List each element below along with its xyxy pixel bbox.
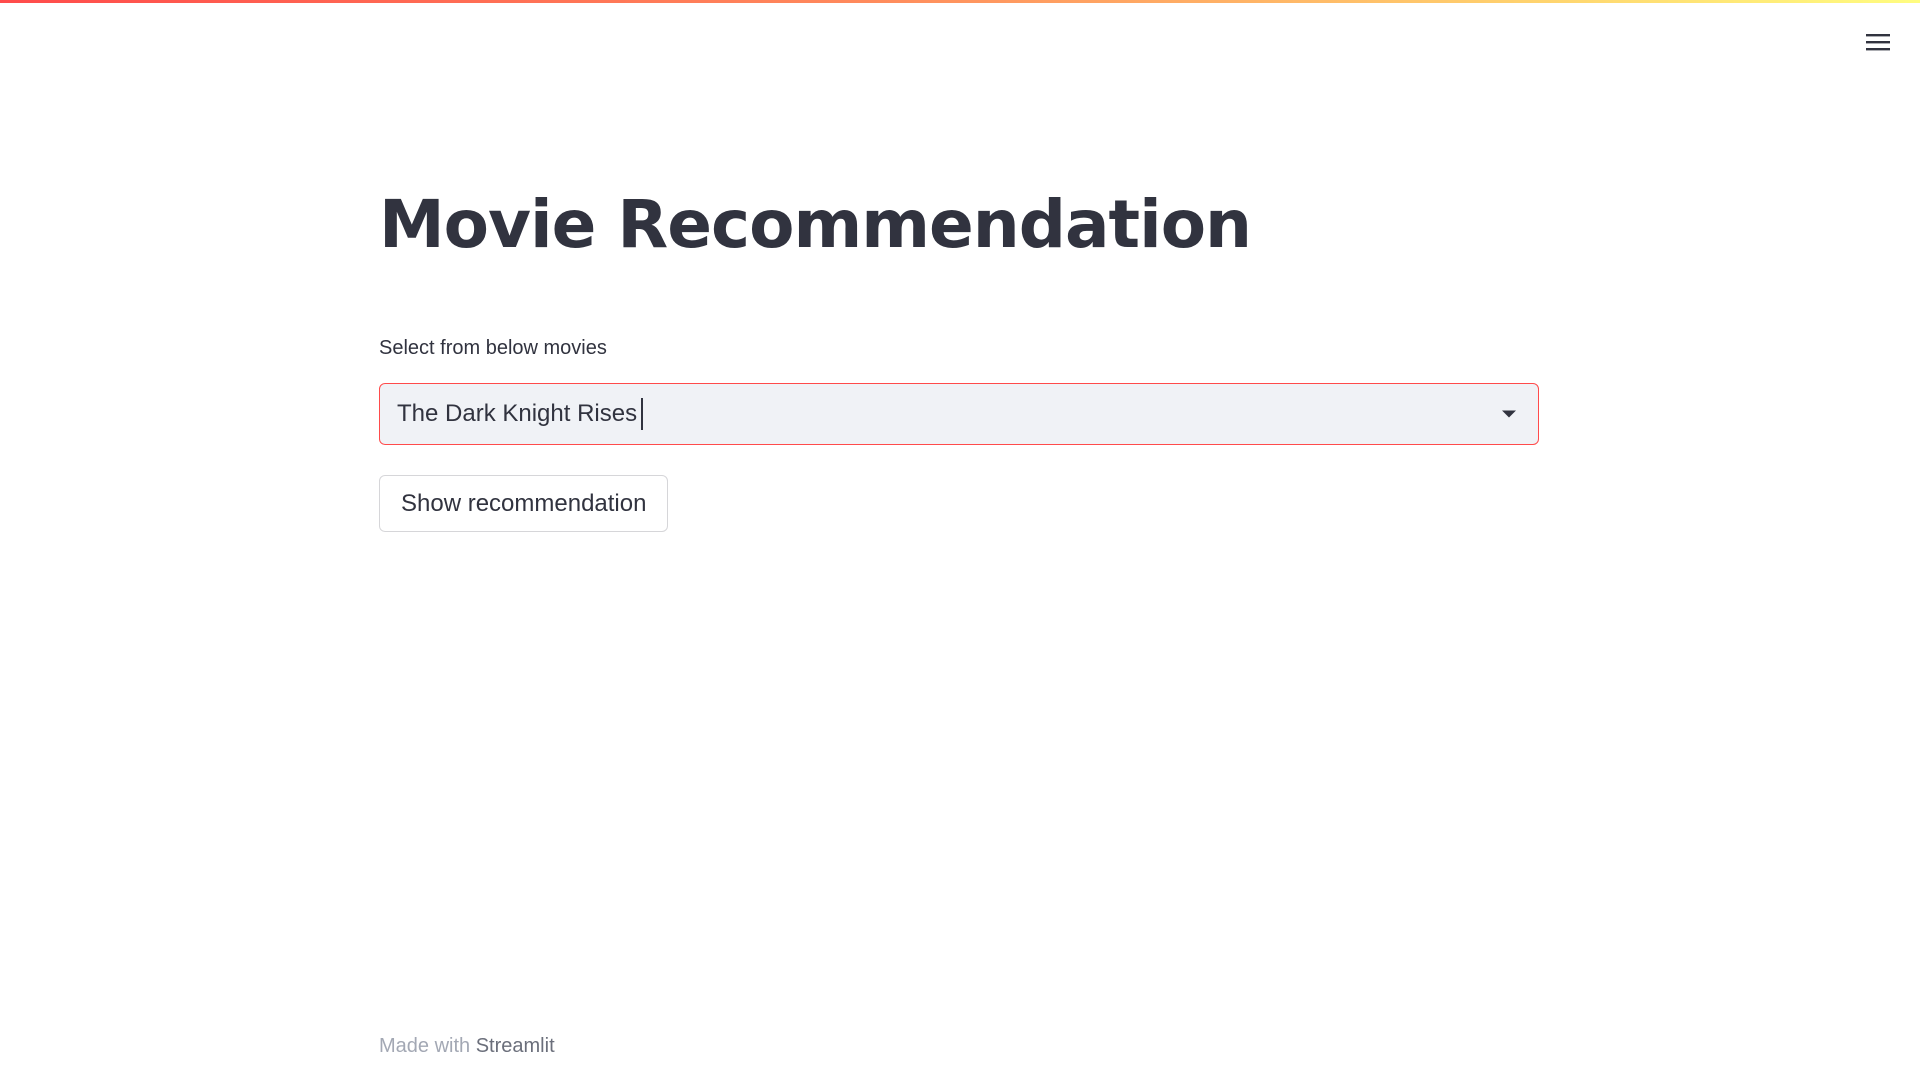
top-decoration-bar [0,0,1920,3]
text-cursor [641,398,643,430]
show-recommendation-button[interactable]: Show recommendation [379,475,669,532]
footer-brand-link[interactable]: Streamlit [476,1035,555,1057]
movie-select[interactable]: The Dark Knight Rises [379,383,1539,445]
select-value: The Dark Knight Rises [397,400,638,427]
footer-prefix: Made with [379,1035,476,1057]
select-label: Select from below movies [379,337,607,359]
dropdown-arrow-icon[interactable] [1502,410,1516,418]
page-title: Movie Recommendation [379,186,1252,263]
main-menu-button[interactable] [1858,22,1898,62]
hamburger-menu-icon [1866,34,1890,51]
footer: Made with Streamlit [379,1035,555,1058]
